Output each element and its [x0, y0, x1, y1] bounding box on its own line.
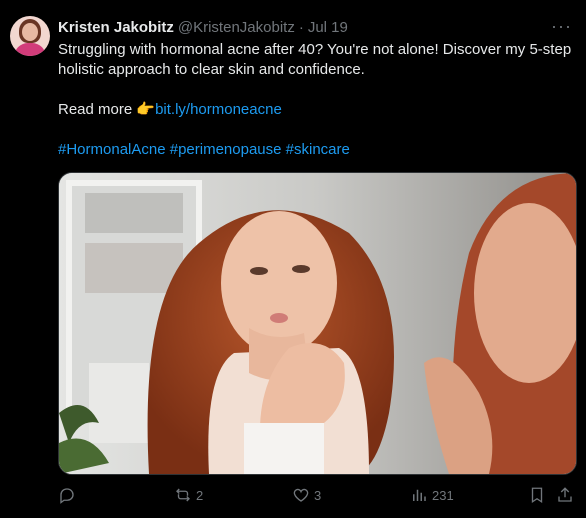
like-count: 3	[314, 487, 322, 503]
author-avatar[interactable]	[10, 16, 50, 56]
hashtag-skincare[interactable]: #skincare	[286, 141, 350, 158]
bookmark-icon	[531, 487, 543, 504]
tweet-body: Struggling with hormonal acne after 40? …	[58, 41, 572, 78]
tweet-media-image[interactable]	[58, 172, 577, 475]
tweet-text: Struggling with hormonal acne after 40? …	[58, 40, 573, 160]
tweet-actions: 2 3 231	[58, 484, 578, 506]
views-button[interactable]: 231	[410, 484, 454, 506]
reply-button[interactable]	[58, 484, 80, 506]
hashtag-hormonalacne[interactable]: #HormonalAcne	[58, 141, 166, 158]
share-icon	[558, 487, 572, 502]
retweet-button[interactable]: 2	[174, 484, 203, 506]
header-separator: ·	[298, 18, 304, 36]
author-handle[interactable]: @KristenJakobitz	[178, 19, 295, 36]
retweet-icon	[176, 488, 190, 502]
author-name[interactable]: Kristen Jakobitz	[58, 19, 174, 36]
like-icon	[293, 488, 309, 502]
tweet-date[interactable]: Jul 19	[308, 19, 348, 36]
views-icon	[413, 489, 426, 501]
hashtags-line: #HormonalAcne #perimenopause #skincare	[58, 140, 573, 160]
reply-icon	[60, 488, 74, 504]
bookmark-button[interactable]	[528, 484, 546, 506]
tweet-card[interactable]: Kristen Jakobitz @KristenJakobitz · Jul …	[0, 0, 586, 518]
like-button[interactable]: 3	[292, 484, 321, 506]
share-button[interactable]	[556, 484, 574, 506]
read-more-line: Read more 👉bit.ly/hormoneacne	[58, 100, 573, 120]
retweet-count: 2	[196, 487, 204, 503]
tweet-header: Kristen Jakobitz @KristenJakobitz · Jul …	[58, 16, 536, 38]
views-count: 231	[432, 487, 454, 503]
hashtag-perimenopause[interactable]: #perimenopause	[170, 141, 282, 158]
pointing-hand-emoji: 👉	[136, 101, 156, 118]
tweet-link[interactable]: bit.ly/hormoneacne	[155, 101, 282, 118]
read-more-label: Read more	[58, 101, 137, 118]
more-options-icon[interactable]: ···	[551, 16, 572, 37]
